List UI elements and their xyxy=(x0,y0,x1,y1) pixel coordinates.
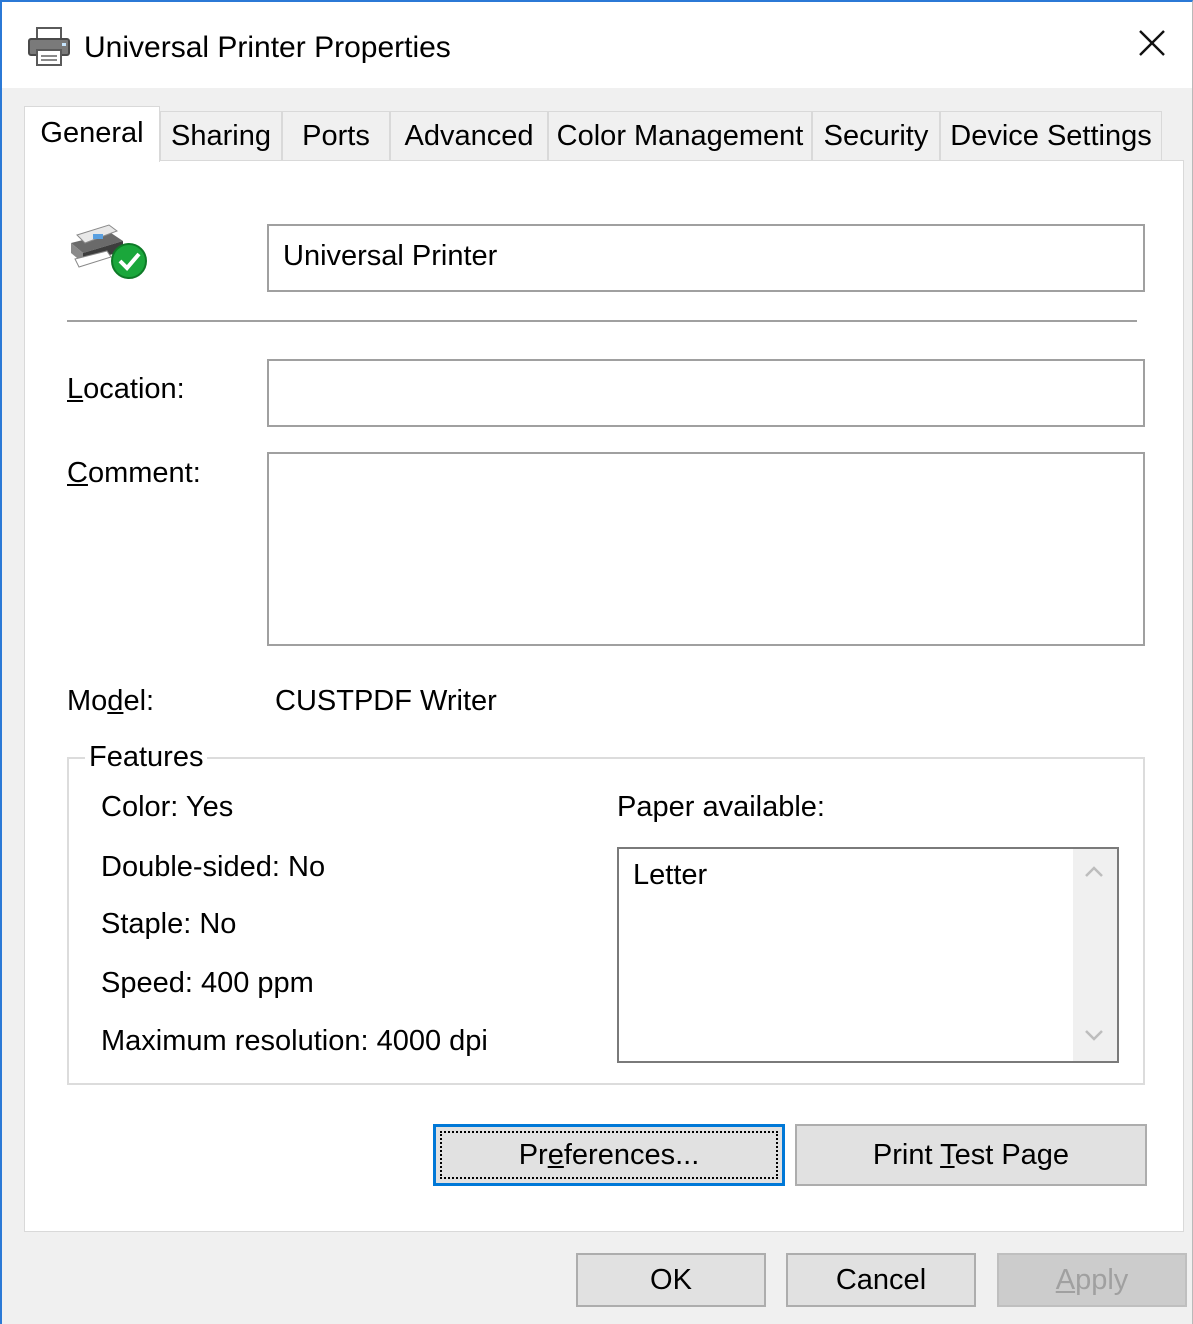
close-icon xyxy=(1137,28,1167,63)
printer-icon xyxy=(26,26,72,68)
ok-button[interactable]: OK xyxy=(576,1253,766,1307)
chevron-up-icon[interactable] xyxy=(1083,861,1105,888)
printer-name-input[interactable]: Universal Printer xyxy=(267,224,1145,292)
feature-color: Color: Yes xyxy=(101,791,234,823)
feature-staple: Staple: No xyxy=(101,908,237,940)
title-bar: Universal Printer Properties xyxy=(2,2,1192,88)
comment-label: Comment: xyxy=(67,457,201,489)
window-title: Universal Printer Properties xyxy=(84,31,451,64)
model-value: CUSTPDF Writer xyxy=(275,685,497,717)
tab-advanced[interactable]: Advanced xyxy=(390,111,548,161)
close-button[interactable] xyxy=(1112,2,1192,88)
tab-security[interactable]: Security xyxy=(812,111,940,161)
paper-scrollbar[interactable] xyxy=(1073,849,1117,1061)
location-label: Location: xyxy=(67,373,185,405)
feature-speed: Speed: 400 ppm xyxy=(101,967,314,999)
features-title: Features xyxy=(85,741,208,774)
paper-available-label: Paper available: xyxy=(617,791,825,823)
paper-listbox[interactable]: Letter xyxy=(617,847,1119,1063)
general-tab-panel: Universal Printer Location: Comment: Mod… xyxy=(24,160,1184,1232)
apply-button[interactable]: Apply xyxy=(997,1253,1187,1307)
preferences-button[interactable]: Preferences... xyxy=(433,1124,785,1186)
comment-input[interactable] xyxy=(267,452,1145,646)
print-test-page-button[interactable]: Print Test Page xyxy=(795,1124,1147,1186)
chevron-down-icon[interactable] xyxy=(1083,1024,1105,1051)
tab-device-settings[interactable]: Device Settings xyxy=(940,111,1162,161)
tab-color-management[interactable]: Color Management xyxy=(548,111,812,161)
list-item[interactable]: Letter xyxy=(633,859,707,892)
feature-double-sided: Double-sided: No xyxy=(101,851,326,883)
cancel-button[interactable]: Cancel xyxy=(786,1253,976,1307)
tab-sharing[interactable]: Sharing xyxy=(160,111,282,161)
printer-properties-dialog: Universal Printer Properties General Sha… xyxy=(0,0,1193,1324)
tab-strip: General Sharing Ports Advanced Color Man… xyxy=(24,106,1164,162)
print-test-page-button-label: Print Test Page xyxy=(872,1138,1070,1171)
apply-button-label: Apply xyxy=(1055,1263,1129,1296)
tab-ports[interactable]: Ports xyxy=(282,111,390,161)
location-input[interactable] xyxy=(267,359,1145,427)
separator xyxy=(67,320,1137,322)
printer-ready-icon xyxy=(67,217,151,286)
tab-general[interactable]: General xyxy=(24,106,160,162)
model-label: Model: xyxy=(67,685,155,717)
feature-max-resolution: Maximum resolution: 4000 dpi xyxy=(101,1025,488,1057)
focus-ring xyxy=(440,1131,778,1179)
